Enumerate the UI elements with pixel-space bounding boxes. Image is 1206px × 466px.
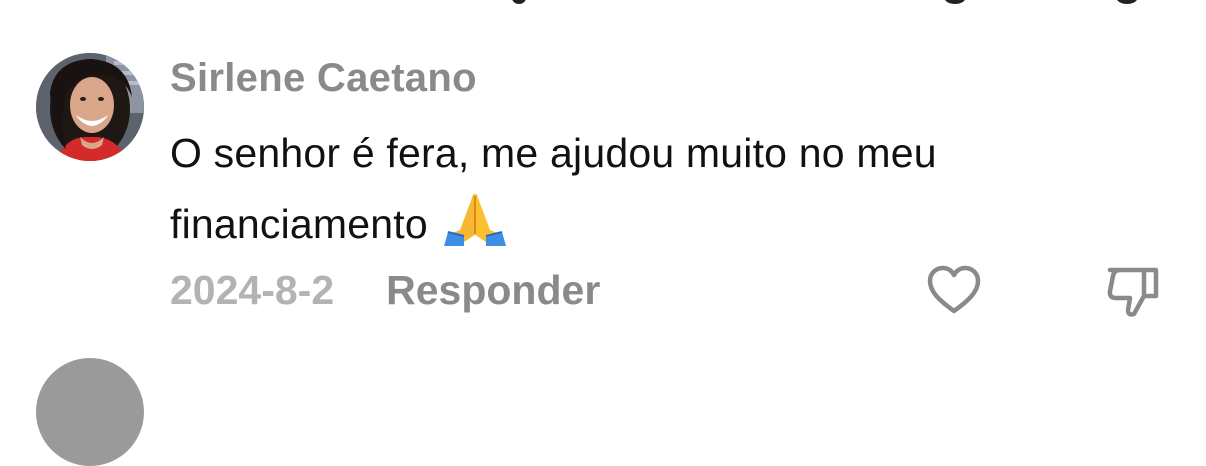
like-button[interactable] [926,264,982,316]
comment-author[interactable]: Sirlene Caetano [170,56,477,101]
avatar[interactable] [36,53,144,161]
thumbs-down-outline-icon [1107,267,1159,317]
reply-button[interactable]: Responder [386,267,600,314]
comment-body: O senhor é fera, me ajudou muito no meu … [170,122,1130,255]
comment-date: 2024-8-2 [170,266,335,313]
comment-item: Sirlene Caetano O senhor é fera, me ajud… [0,0,1206,340]
dislike-button[interactable] [1104,262,1162,320]
next-comment-avatar[interactable] [36,358,144,466]
heart-outline-icon [927,265,981,314]
comment-actions: 2024-8-2 Responder [170,264,600,316]
comment-text: O senhor é fera, me ajudou muito no meu … [170,130,937,247]
folded-hands-icon [442,184,508,246]
avatar-image [36,53,144,161]
